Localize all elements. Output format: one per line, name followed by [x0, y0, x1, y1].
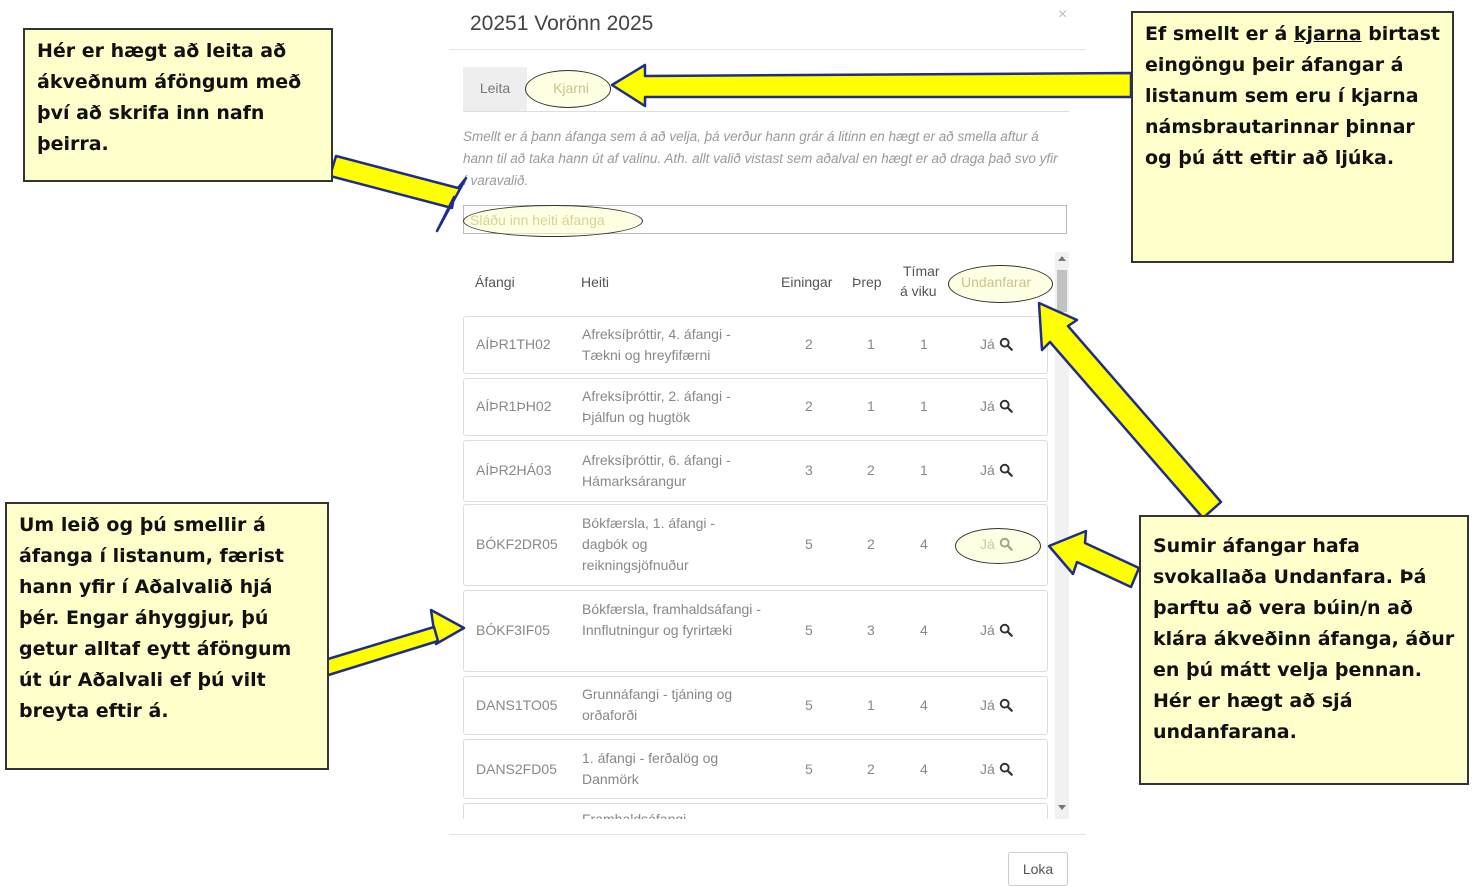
course-code: AÍÞR1ÞH02	[476, 398, 552, 414]
note-prereq: Sumir áfangar hafa svokallaða Undanfara.…	[1139, 515, 1469, 785]
tab-bar: Leita Kjarni	[463, 67, 1069, 112]
course-hours: 4	[920, 536, 928, 552]
course-code: AÍÞR2HÁ03	[476, 462, 552, 478]
course-level: 1	[867, 697, 875, 713]
course-row[interactable]: BÓKF3IF05 Bókfærsla, framhaldsáfangi - I…	[463, 590, 1048, 672]
course-search-input[interactable]	[463, 205, 1067, 234]
course-row[interactable]: AÍÞR1ÞH02 Afreksíþróttir, 2. áfangi - Þj…	[463, 378, 1048, 436]
course-level: 2	[867, 462, 875, 478]
help-text: Smellt er á þann áfanga sem á að velja, …	[463, 129, 1058, 188]
divider	[449, 49, 1086, 50]
course-hours: 4	[920, 761, 928, 777]
magnifier-icon	[999, 698, 1013, 712]
note-search: Hér er hægt að leita að ákveðnum áföngum…	[23, 28, 333, 182]
tab-kjarni[interactable]: Kjarni	[537, 67, 605, 111]
course-level: 2	[867, 536, 875, 552]
prereq-link[interactable]: Já	[980, 761, 1013, 777]
magnifier-icon	[999, 463, 1013, 477]
note-core: Ef smellt er á kjarna birtast eingöngu þ…	[1131, 11, 1454, 263]
magnifier-icon	[999, 337, 1013, 351]
list-scrollbar[interactable]	[1055, 252, 1069, 819]
header-hours-line1: Tímar	[903, 263, 940, 279]
magnifier-icon	[999, 762, 1013, 776]
course-units: 2	[805, 336, 813, 352]
course-list: Áfangi Heiti Einingar Þrep Tímar á viku …	[463, 252, 1069, 819]
note-core-link: kjarna	[1293, 23, 1362, 45]
course-modal: 20251 Vorönn 2025 × Leita Kjarni Smellt …	[449, 0, 1086, 886]
course-level: 1	[867, 336, 875, 352]
note-main-choice: Um leið og þú smellir á áfanga í listanu…	[5, 502, 329, 770]
course-row[interactable]: DANS2FD05 1. áfangi - ferðalög og Danmör…	[463, 739, 1048, 799]
header-prereq: Undanfarar	[961, 274, 1032, 290]
prereq-label: Já	[980, 761, 995, 777]
prereq-label: Já	[980, 336, 995, 352]
note-core-pre: Ef smellt er á	[1145, 23, 1294, 45]
scroll-up-icon[interactable]	[1058, 256, 1066, 261]
course-units: 2	[805, 398, 813, 414]
header-level: Þrep	[852, 274, 882, 290]
course-level: 2	[867, 761, 875, 777]
course-hours: 1	[920, 398, 928, 414]
course-row[interactable]: BÓKF2DR05 Bókfærsla, 1. áfangi - dagbók …	[463, 504, 1048, 586]
magnifier-icon	[999, 537, 1013, 551]
course-name: Bókfærsla, 1. áfangi - dagbók og reiknin…	[582, 515, 716, 573]
header-units: Einingar	[781, 274, 833, 290]
prereq-link[interactable]: Já	[980, 398, 1013, 414]
course-units: 3	[805, 462, 813, 478]
header-name: Heiti	[581, 274, 610, 290]
course-units: 5	[805, 697, 813, 713]
course-name: 1. áfangi - ferðalög og Danmörk	[582, 750, 719, 787]
prereq-link[interactable]: Já	[980, 697, 1013, 713]
course-hours: 1	[920, 462, 928, 478]
prereq-label: Já	[980, 622, 995, 638]
course-row[interactable]: Framhaldsáfangi	[463, 803, 1048, 819]
prereq-label: Já	[980, 697, 995, 713]
prereq-link[interactable]: Já	[980, 462, 1013, 478]
course-row[interactable]: AÍÞR2HÁ03 Afreksíþróttir, 6. áfangi - Há…	[463, 440, 1048, 502]
course-name: Afreksíþróttir, 6. áfangi - Hámarksárang…	[582, 452, 731, 489]
course-code: BÓKF3IF05	[476, 622, 550, 638]
prereq-link[interactable]: Já	[980, 336, 1013, 352]
course-name: Bókfærsla, framhaldsáfangi - Innflutning…	[582, 601, 761, 638]
course-code: BÓKF2DR05	[476, 536, 558, 552]
prereq-link[interactable]: Já	[980, 622, 1013, 638]
header-code: Áfangi	[475, 274, 515, 290]
header-hours-line2: á viku	[900, 283, 937, 299]
prereq-label: Já	[980, 398, 995, 414]
prereq-label: Já	[980, 462, 995, 478]
course-level: 1	[867, 398, 875, 414]
course-units: 5	[805, 761, 813, 777]
close-icon[interactable]: ×	[1058, 6, 1067, 24]
course-hours: 1	[920, 336, 928, 352]
prereq-label: Já	[980, 536, 995, 552]
arrow-icon	[316, 625, 440, 679]
table-header: Áfangi Heiti Einingar Þrep Tímar á viku …	[463, 252, 1053, 312]
course-row[interactable]: AÍÞR1TH02 Afreksíþróttir, 4. áfangi - Tæ…	[463, 316, 1048, 374]
course-name: Afreksíþróttir, 2. áfangi - Þjálfun og h…	[582, 388, 731, 425]
tab-leita[interactable]: Leita	[463, 67, 527, 111]
course-level: 3	[867, 622, 875, 638]
course-code: AÍÞR1TH02	[476, 336, 551, 352]
close-button[interactable]: Loka	[1008, 852, 1068, 886]
magnifier-icon	[999, 399, 1013, 413]
scroll-thumb[interactable]	[1057, 270, 1067, 312]
course-hours: 4	[920, 697, 928, 713]
magnifier-icon	[999, 623, 1013, 637]
course-name: Framhaldsáfangi	[582, 811, 687, 819]
course-hours: 4	[920, 622, 928, 638]
course-name: Afreksíþróttir, 4. áfangi - Tækni og hre…	[582, 326, 731, 363]
arrow-icon	[328, 154, 468, 233]
course-code: DANS1TO05	[476, 697, 558, 713]
course-code: DANS2FD05	[476, 761, 557, 777]
divider	[449, 834, 1086, 835]
course-units: 5	[805, 536, 813, 552]
scroll-down-icon[interactable]	[1058, 805, 1066, 810]
modal-title: 20251 Vorönn 2025	[470, 12, 654, 35]
course-units: 5	[805, 622, 813, 638]
course-row[interactable]: DANS1TO05 Grunnáfangi - tjáning og orðaf…	[463, 676, 1048, 735]
course-name: Grunnáfangi - tjáning og orðaforði	[582, 686, 733, 723]
prereq-link[interactable]: Já	[980, 536, 1013, 552]
